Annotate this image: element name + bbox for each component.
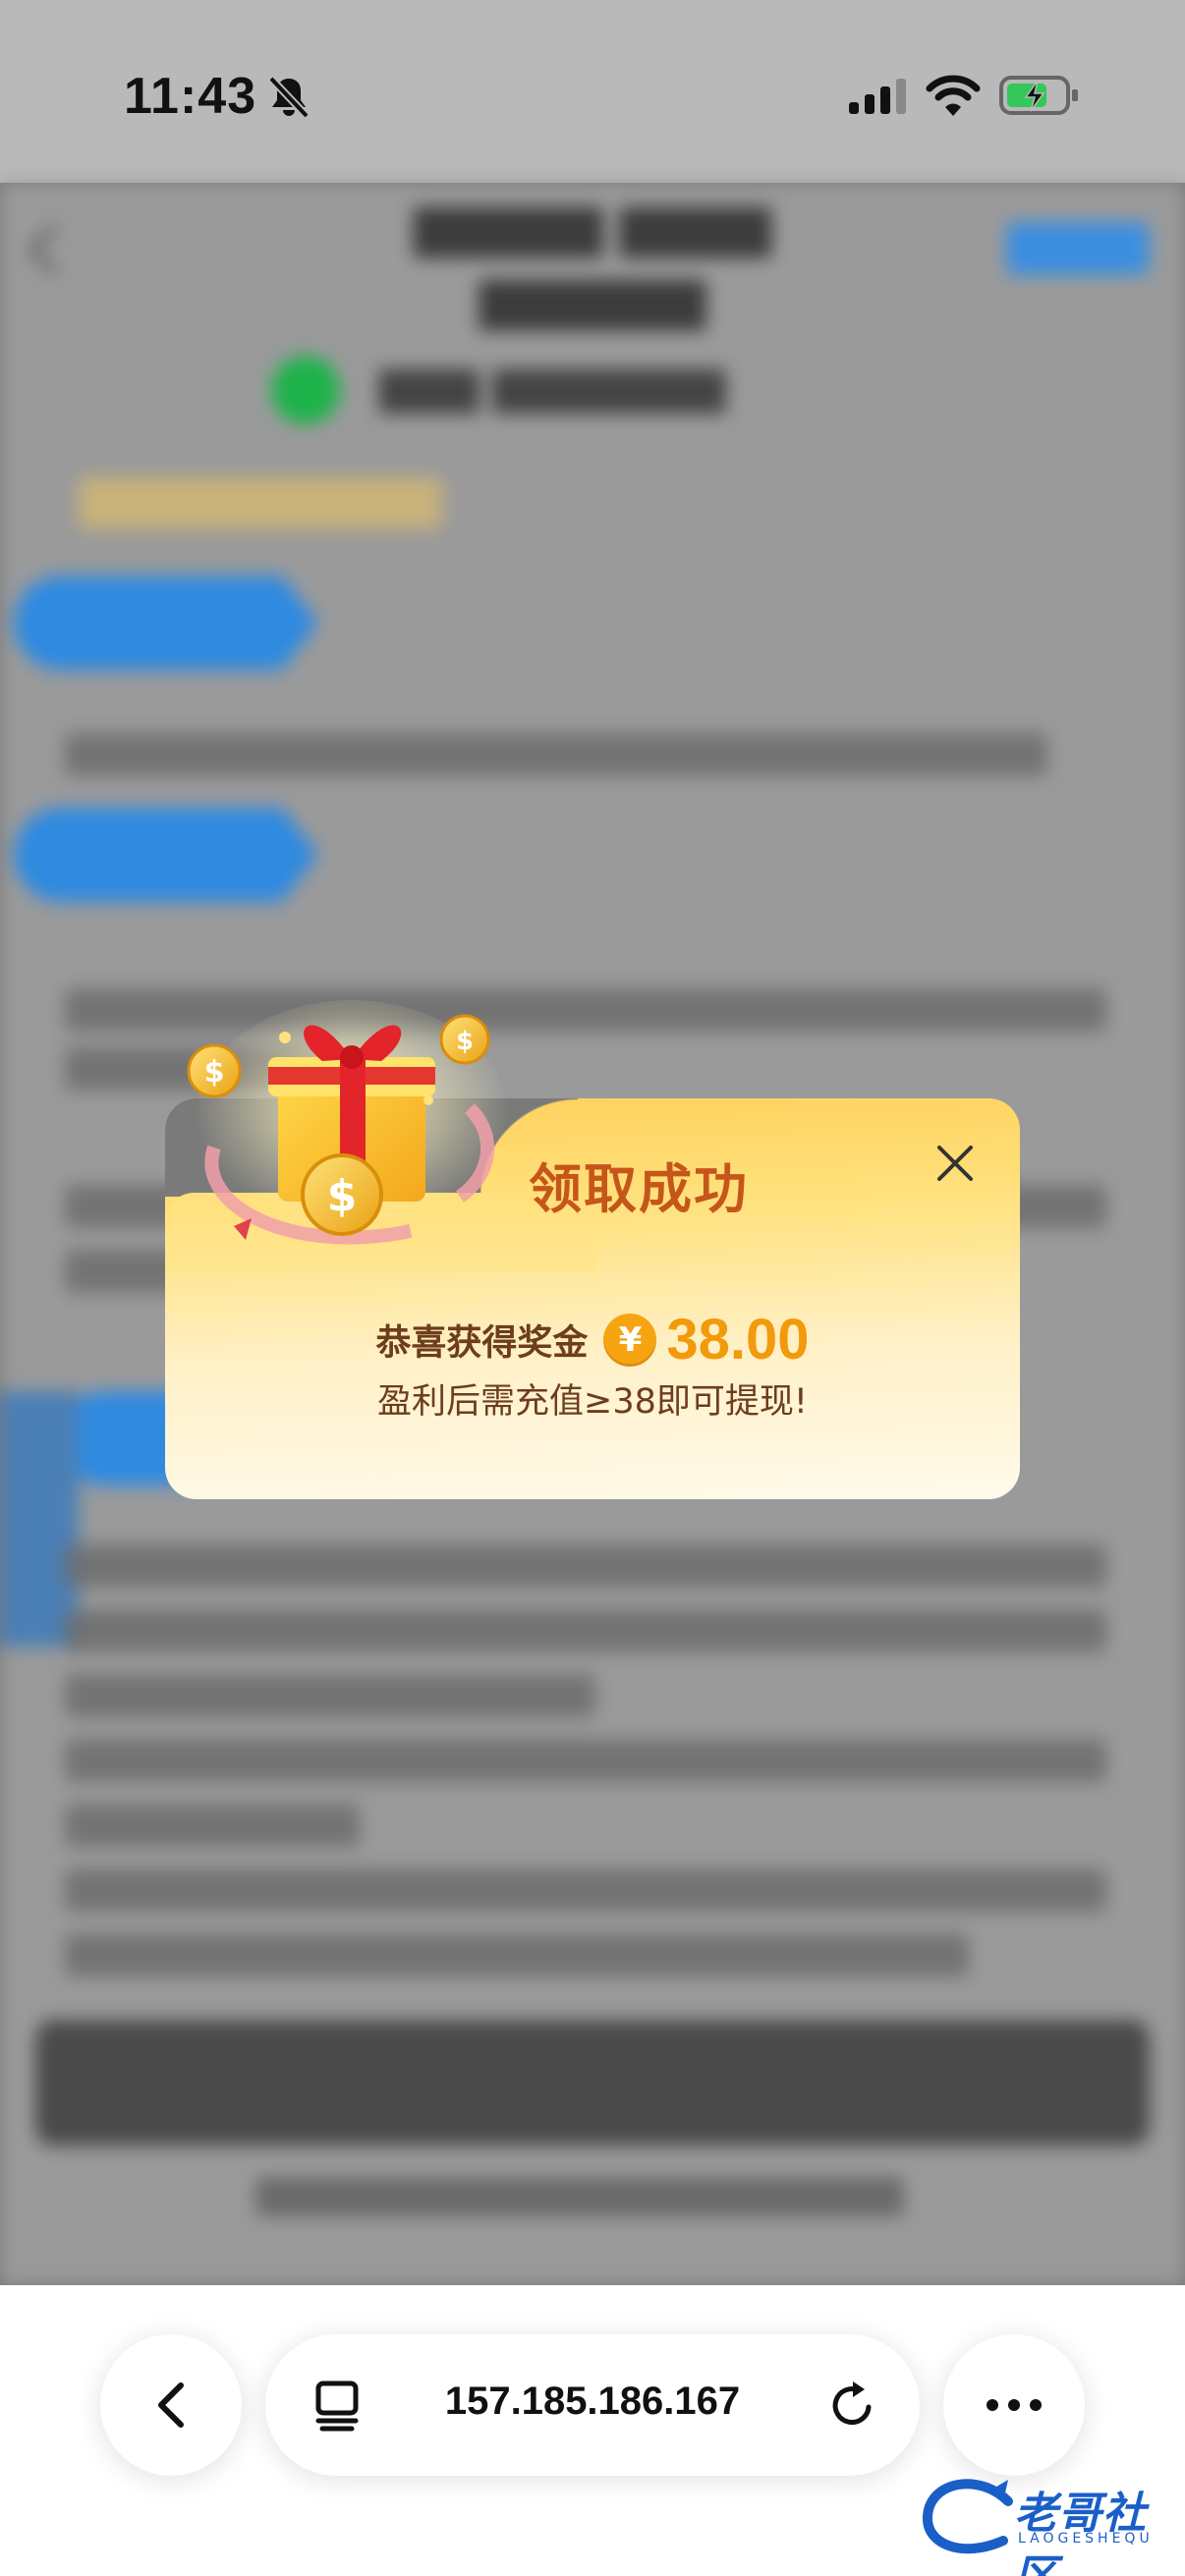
- background-user-text: ▇▇▇ ▇▇▇▇▇▇▇: [379, 364, 726, 414]
- chevron-left-icon: [158, 2382, 184, 2428]
- watermark-text: 老哥社区: [1014, 2489, 1147, 2576]
- background-text-line: [65, 1933, 969, 1977]
- background-footer-text: [255, 2177, 904, 2216]
- gift-box-icon: $ $ $: [187, 1000, 509, 1245]
- more-options-button[interactable]: [943, 2334, 1085, 2476]
- reward-label: 恭喜获得奖金: [375, 1322, 589, 1364]
- background-avatar: [271, 356, 340, 424]
- background-user-row: ▇▇▇ ▇▇▇▇▇▇▇: [232, 350, 979, 428]
- site-watermark: 老哥社区 LAOGESHEQU: [920, 2472, 1171, 2576]
- reward-amount: 38.00: [666, 1308, 810, 1372]
- address-bar[interactable]: 157.185.186.167: [265, 2334, 920, 2476]
- background-text-line: [65, 733, 1047, 776]
- background-text-line: [65, 1544, 1106, 1588]
- status-bar: 11:43: [0, 0, 1185, 183]
- background-title-line: ▇▇▇▇▇▇: [479, 273, 706, 330]
- background-submit-button: [35, 2020, 1150, 2146]
- background-text-line: [65, 1869, 1106, 1912]
- browser-toolbar: 157.185.186.167 老哥社区 LAOGESHEQU: [0, 2285, 1185, 2576]
- back-button[interactable]: [100, 2334, 242, 2476]
- url-text: 157.185.186.167: [444, 2380, 741, 2423]
- bell-off-icon: [268, 76, 310, 119]
- background-text-line: [65, 1674, 595, 1717]
- background-section-ribbon: [14, 576, 318, 670]
- popup-title: 领取成功: [529, 1158, 749, 1220]
- background-text-line: [65, 1739, 1106, 1782]
- reward-line: 恭喜获得奖金 ¥38.00: [165, 1307, 1020, 1372]
- battery-charging-icon: [999, 76, 1078, 115]
- background-tag: [79, 477, 442, 529]
- background-section-ribbon: [14, 808, 318, 902]
- background-chip: [1006, 222, 1150, 275]
- dragon-logo-icon: [923, 2479, 1013, 2554]
- close-icon[interactable]: [931, 1140, 979, 1187]
- reward-note: 盈利后需充值≥38即可提现!: [377, 1382, 808, 1422]
- background-text-line: [65, 1804, 360, 1847]
- signal-icon: [849, 79, 906, 114]
- reload-icon[interactable]: [825, 2378, 880, 2433]
- more-icon: [987, 2399, 1042, 2411]
- background-side-image: [0, 1391, 79, 1647]
- svg-text:$: $: [204, 1055, 225, 1090]
- wifi-icon: [926, 75, 981, 116]
- background-text-line: [65, 1609, 1106, 1652]
- svg-text:$: $: [456, 1027, 474, 1056]
- watermark-subtext: LAOGESHEQU: [1018, 2531, 1154, 2547]
- status-time: 11:43: [124, 68, 257, 125]
- svg-text:$: $: [327, 1171, 358, 1221]
- reward-popup: 领取成功 恭喜获得奖金 ¥38.00 盈利后需充值≥38即可提现! $ $ $: [165, 1000, 1020, 1499]
- yen-coin-icon: ¥: [603, 1313, 657, 1367]
